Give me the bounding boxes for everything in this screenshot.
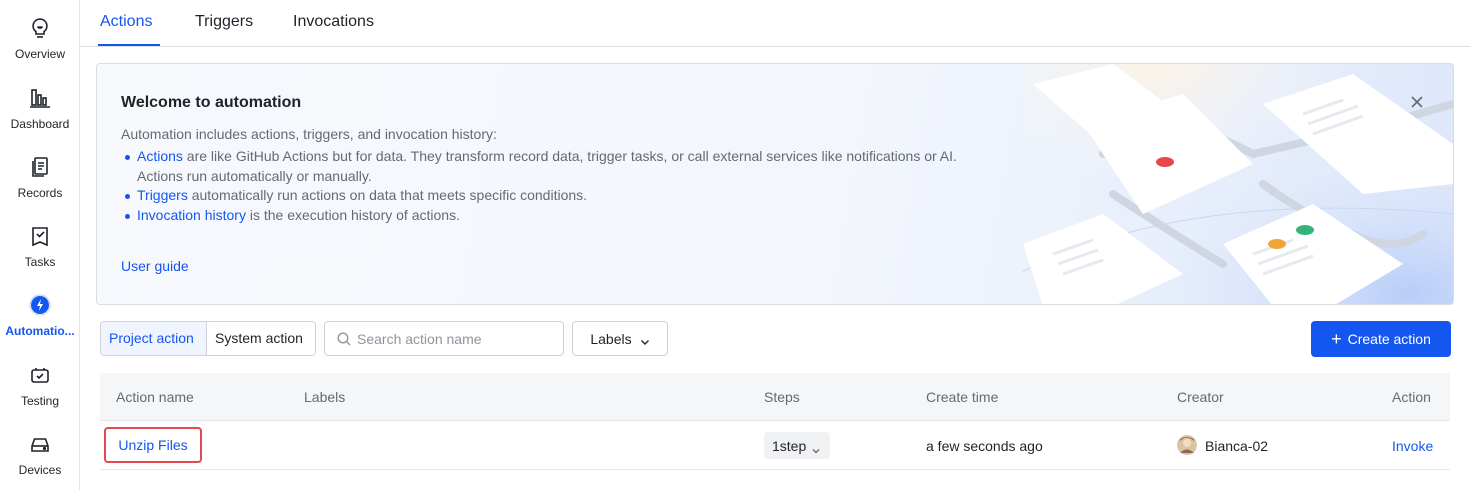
create-time-cell: a few seconds ago <box>926 438 1043 454</box>
bulb-icon <box>28 16 52 40</box>
column-header-create-time: Create time <box>926 389 999 405</box>
bar-chart-icon <box>28 86 52 110</box>
sidebar-item-tasks[interactable]: Tasks <box>0 224 80 290</box>
welcome-banner: Welcome to automation Automation include… <box>96 63 1454 305</box>
sidebar-item-label: Testing <box>20 394 60 408</box>
system-action-button[interactable]: System action <box>207 322 315 355</box>
banner-item-text: Actions run automatically or manually. <box>137 167 372 184</box>
avatar <box>1177 435 1197 455</box>
sidebar-item-label: Devices <box>18 463 62 477</box>
column-header-labels: Labels <box>304 389 346 405</box>
tab-actions[interactable]: Actions <box>100 13 152 31</box>
column-header-action: Action <box>1392 389 1431 405</box>
sidebar-item-overview[interactable]: Overview <box>0 16 80 82</box>
banner-item-text: is the execution history of actions. <box>245 206 460 223</box>
table-header: Action name Labels Steps Create time Cre… <box>100 373 1450 421</box>
actions-table: Action name Labels Steps Create time Cre… <box>100 373 1450 470</box>
banner-list-item: Triggers automatically run actions on da… <box>121 186 957 206</box>
sidebar-item-automation[interactable]: Automatio... <box>0 293 80 359</box>
close-icon[interactable] <box>1409 94 1425 110</box>
sidebar-item-label: Automatio... <box>5 324 75 338</box>
records-icon <box>28 155 52 179</box>
banner-list-item: Actions are like GitHub Actions but for … <box>121 147 957 186</box>
tab-bar: Actions Triggers Invocations <box>80 0 1470 47</box>
banner-title: Welcome to automation <box>121 94 302 111</box>
invocation-history-link[interactable]: Invocation history <box>137 207 246 223</box>
search-icon <box>337 331 351 346</box>
banner-item-text: automatically run actions on data that m… <box>187 187 588 203</box>
chevron-down-icon <box>640 334 650 345</box>
steps-dropdown[interactable]: 1step <box>764 432 830 459</box>
devices-icon <box>28 432 52 456</box>
banner-intro: Automation includes actions, triggers, a… <box>121 126 497 142</box>
banner-item-text: are like GitHub Actions but for data. Th… <box>182 148 957 164</box>
sidebar-item-records[interactable]: Records <box>0 155 80 221</box>
sidebar-item-label: Overview <box>14 47 65 61</box>
project-action-button[interactable]: Project action <box>101 322 207 355</box>
testing-icon <box>28 363 52 387</box>
tasks-icon <box>28 224 52 248</box>
sidebar-item-label: Dashboard <box>10 117 70 131</box>
column-header-steps: Steps <box>764 389 800 405</box>
active-tab-indicator <box>98 44 160 46</box>
search-input[interactable] <box>357 330 552 347</box>
creator-name: Bianca-02 <box>1205 438 1269 454</box>
banner-list: Actions are like GitHub Actions but for … <box>121 147 957 225</box>
invoke-link[interactable]: Invoke <box>1392 438 1433 454</box>
action-type-switch: Project action System action <box>100 321 316 356</box>
triggers-link[interactable]: Triggers <box>137 187 188 203</box>
plus-icon: + <box>1331 329 1342 349</box>
sidebar-item-dashboard[interactable]: Dashboard <box>0 86 80 152</box>
create-action-button[interactable]: + Create action <box>1311 321 1451 357</box>
banner-list-item: Invocation history is the execution hist… <box>121 206 957 226</box>
actions-link[interactable]: Actions <box>137 148 183 164</box>
sidebar: Overview Dashboard Records Tasks Automat… <box>0 0 80 490</box>
table-row: Unzip Files 1step a few seconds ago Bian… <box>100 421 1450 470</box>
automation-illustration <box>1023 64 1453 304</box>
chevron-down-icon <box>812 442 820 453</box>
sidebar-item-testing[interactable]: Testing <box>0 363 80 429</box>
tab-invocations[interactable]: Invocations <box>293 13 374 31</box>
search-box <box>324 321 564 356</box>
create-action-label: Create action <box>1347 331 1431 347</box>
sidebar-item-label: Tasks <box>24 255 56 269</box>
tab-triggers[interactable]: Triggers <box>195 13 253 31</box>
labels-filter-button[interactable]: Labels <box>572 321 668 356</box>
action-name-link[interactable]: Unzip Files <box>104 427 202 463</box>
labels-filter-label: Labels <box>590 330 632 347</box>
sidebar-item-label: Records <box>17 186 63 200</box>
steps-label: 1step <box>772 437 807 454</box>
column-header-action-name: Action name <box>116 389 194 405</box>
lightning-icon <box>28 293 52 317</box>
column-header-creator: Creator <box>1177 389 1224 405</box>
sidebar-item-devices[interactable]: Devices <box>0 432 80 490</box>
user-guide-link[interactable]: User guide <box>121 258 189 274</box>
